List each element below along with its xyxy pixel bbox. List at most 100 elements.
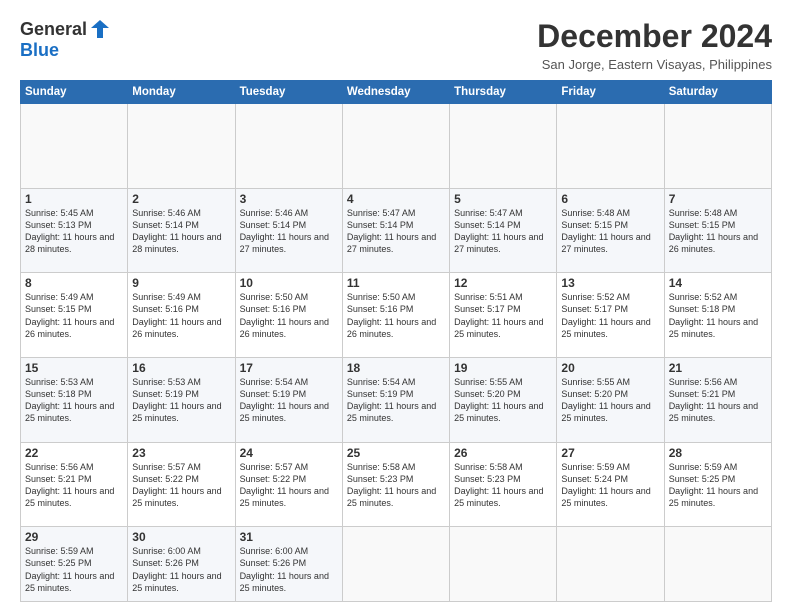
table-row: 25Sunrise: 5:58 AMSunset: 5:23 PMDayligh…	[342, 442, 449, 527]
table-row: 27Sunrise: 5:59 AMSunset: 5:24 PMDayligh…	[557, 442, 664, 527]
day-number: 20	[561, 361, 659, 375]
day-number: 7	[669, 192, 767, 206]
header: General Blue December 2024 San Jorge, Ea…	[20, 18, 772, 72]
month-title: December 2024	[537, 18, 772, 55]
day-number: 23	[132, 446, 230, 460]
day-info: Sunrise: 6:00 AMSunset: 5:26 PMDaylight:…	[132, 545, 230, 594]
table-row: 15Sunrise: 5:53 AMSunset: 5:18 PMDayligh…	[21, 357, 128, 442]
title-block: December 2024 San Jorge, Eastern Visayas…	[537, 18, 772, 72]
col-wednesday: Wednesday	[342, 81, 449, 104]
location: San Jorge, Eastern Visayas, Philippines	[537, 57, 772, 72]
table-row: 19Sunrise: 5:55 AMSunset: 5:20 PMDayligh…	[450, 357, 557, 442]
table-row: 8Sunrise: 5:49 AMSunset: 5:15 PMDaylight…	[21, 273, 128, 358]
table-row	[342, 527, 449, 602]
day-info: Sunrise: 6:00 AMSunset: 5:26 PMDaylight:…	[240, 545, 338, 594]
day-number: 1	[25, 192, 123, 206]
table-row: 6Sunrise: 5:48 AMSunset: 5:15 PMDaylight…	[557, 188, 664, 273]
calendar-table: Sunday Monday Tuesday Wednesday Thursday…	[20, 80, 772, 602]
table-row: 13Sunrise: 5:52 AMSunset: 5:17 PMDayligh…	[557, 273, 664, 358]
table-row: 24Sunrise: 5:57 AMSunset: 5:22 PMDayligh…	[235, 442, 342, 527]
table-row: 16Sunrise: 5:53 AMSunset: 5:19 PMDayligh…	[128, 357, 235, 442]
day-number: 11	[347, 276, 445, 290]
calendar-header-row: Sunday Monday Tuesday Wednesday Thursday…	[21, 81, 772, 104]
day-number: 18	[347, 361, 445, 375]
day-info: Sunrise: 5:57 AMSunset: 5:22 PMDaylight:…	[240, 461, 338, 510]
day-info: Sunrise: 5:54 AMSunset: 5:19 PMDaylight:…	[347, 376, 445, 425]
day-info: Sunrise: 5:49 AMSunset: 5:15 PMDaylight:…	[25, 291, 123, 340]
col-tuesday: Tuesday	[235, 81, 342, 104]
col-friday: Friday	[557, 81, 664, 104]
col-sunday: Sunday	[21, 81, 128, 104]
day-number: 4	[347, 192, 445, 206]
day-info: Sunrise: 5:58 AMSunset: 5:23 PMDaylight:…	[454, 461, 552, 510]
calendar-week-row: 29Sunrise: 5:59 AMSunset: 5:25 PMDayligh…	[21, 527, 772, 602]
day-number: 25	[347, 446, 445, 460]
day-info: Sunrise: 5:55 AMSunset: 5:20 PMDaylight:…	[561, 376, 659, 425]
table-row: 18Sunrise: 5:54 AMSunset: 5:19 PMDayligh…	[342, 357, 449, 442]
table-row: 29Sunrise: 5:59 AMSunset: 5:25 PMDayligh…	[21, 527, 128, 602]
day-info: Sunrise: 5:56 AMSunset: 5:21 PMDaylight:…	[669, 376, 767, 425]
table-row: 17Sunrise: 5:54 AMSunset: 5:19 PMDayligh…	[235, 357, 342, 442]
day-number: 28	[669, 446, 767, 460]
day-info: Sunrise: 5:48 AMSunset: 5:15 PMDaylight:…	[669, 207, 767, 256]
day-number: 9	[132, 276, 230, 290]
table-row: 1Sunrise: 5:45 AMSunset: 5:13 PMDaylight…	[21, 188, 128, 273]
table-row: 10Sunrise: 5:50 AMSunset: 5:16 PMDayligh…	[235, 273, 342, 358]
col-thursday: Thursday	[450, 81, 557, 104]
day-number: 6	[561, 192, 659, 206]
day-info: Sunrise: 5:52 AMSunset: 5:17 PMDaylight:…	[561, 291, 659, 340]
logo: General Blue	[20, 18, 111, 61]
table-row	[664, 527, 771, 602]
table-row	[557, 527, 664, 602]
day-info: Sunrise: 5:57 AMSunset: 5:22 PMDaylight:…	[132, 461, 230, 510]
table-row	[450, 527, 557, 602]
day-number: 15	[25, 361, 123, 375]
day-info: Sunrise: 5:47 AMSunset: 5:14 PMDaylight:…	[454, 207, 552, 256]
day-info: Sunrise: 5:45 AMSunset: 5:13 PMDaylight:…	[25, 207, 123, 256]
day-number: 19	[454, 361, 552, 375]
table-row	[557, 104, 664, 189]
day-info: Sunrise: 5:52 AMSunset: 5:18 PMDaylight:…	[669, 291, 767, 340]
day-info: Sunrise: 5:59 AMSunset: 5:25 PMDaylight:…	[25, 545, 123, 594]
day-info: Sunrise: 5:59 AMSunset: 5:25 PMDaylight:…	[669, 461, 767, 510]
day-number: 16	[132, 361, 230, 375]
table-row: 11Sunrise: 5:50 AMSunset: 5:16 PMDayligh…	[342, 273, 449, 358]
day-info: Sunrise: 5:54 AMSunset: 5:19 PMDaylight:…	[240, 376, 338, 425]
table-row: 23Sunrise: 5:57 AMSunset: 5:22 PMDayligh…	[128, 442, 235, 527]
day-number: 8	[25, 276, 123, 290]
table-row: 14Sunrise: 5:52 AMSunset: 5:18 PMDayligh…	[664, 273, 771, 358]
day-info: Sunrise: 5:47 AMSunset: 5:14 PMDaylight:…	[347, 207, 445, 256]
day-info: Sunrise: 5:50 AMSunset: 5:16 PMDaylight:…	[347, 291, 445, 340]
calendar-week-row: 8Sunrise: 5:49 AMSunset: 5:15 PMDaylight…	[21, 273, 772, 358]
day-number: 26	[454, 446, 552, 460]
day-number: 12	[454, 276, 552, 290]
table-row	[21, 104, 128, 189]
day-number: 22	[25, 446, 123, 460]
day-number: 21	[669, 361, 767, 375]
day-info: Sunrise: 5:46 AMSunset: 5:14 PMDaylight:…	[240, 207, 338, 256]
table-row	[128, 104, 235, 189]
table-row: 28Sunrise: 5:59 AMSunset: 5:25 PMDayligh…	[664, 442, 771, 527]
day-info: Sunrise: 5:51 AMSunset: 5:17 PMDaylight:…	[454, 291, 552, 340]
day-number: 13	[561, 276, 659, 290]
calendar-week-row: 1Sunrise: 5:45 AMSunset: 5:13 PMDaylight…	[21, 188, 772, 273]
table-row: 21Sunrise: 5:56 AMSunset: 5:21 PMDayligh…	[664, 357, 771, 442]
logo-blue-text: Blue	[20, 40, 59, 61]
table-row	[235, 104, 342, 189]
day-info: Sunrise: 5:58 AMSunset: 5:23 PMDaylight:…	[347, 461, 445, 510]
day-info: Sunrise: 5:50 AMSunset: 5:16 PMDaylight:…	[240, 291, 338, 340]
day-info: Sunrise: 5:48 AMSunset: 5:15 PMDaylight:…	[561, 207, 659, 256]
calendar-week-row: 15Sunrise: 5:53 AMSunset: 5:18 PMDayligh…	[21, 357, 772, 442]
day-info: Sunrise: 5:49 AMSunset: 5:16 PMDaylight:…	[132, 291, 230, 340]
logo-general-text: General	[20, 19, 87, 40]
day-number: 14	[669, 276, 767, 290]
day-info: Sunrise: 5:55 AMSunset: 5:20 PMDaylight:…	[454, 376, 552, 425]
day-info: Sunrise: 5:53 AMSunset: 5:18 PMDaylight:…	[25, 376, 123, 425]
day-number: 10	[240, 276, 338, 290]
day-number: 31	[240, 530, 338, 544]
table-row: 31Sunrise: 6:00 AMSunset: 5:26 PMDayligh…	[235, 527, 342, 602]
table-row: 12Sunrise: 5:51 AMSunset: 5:17 PMDayligh…	[450, 273, 557, 358]
day-number: 5	[454, 192, 552, 206]
table-row: 7Sunrise: 5:48 AMSunset: 5:15 PMDaylight…	[664, 188, 771, 273]
day-number: 17	[240, 361, 338, 375]
